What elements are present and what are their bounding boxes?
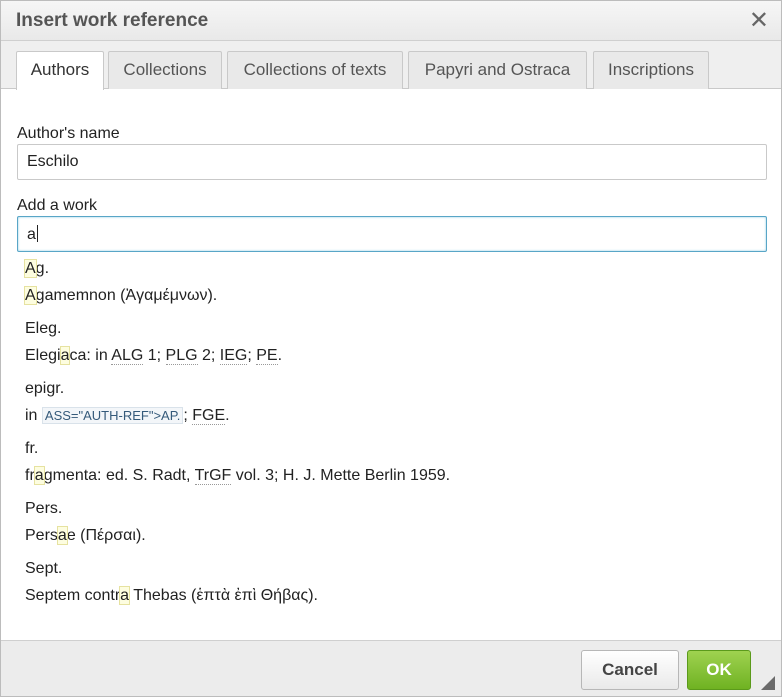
match-highlight: A xyxy=(24,286,37,305)
raw-markup-text: ASS="AUTH-REF" xyxy=(44,408,154,423)
suggestion-abbreviation: Pers. xyxy=(25,500,63,517)
suggestion-title: Persae (Πέρσαι). xyxy=(25,524,146,548)
add-work-value: a xyxy=(27,226,36,243)
match-highlight: a xyxy=(119,586,131,605)
tab-inscriptions[interactable]: Inscriptions xyxy=(593,51,709,89)
suggestion-item[interactable]: Pers. Persae (Πέρσαι). xyxy=(25,497,146,548)
suggestion-abbreviation: Ag. xyxy=(24,257,217,281)
tab-papyri-and-ostraca[interactable]: Papyri and Ostraca xyxy=(408,51,587,89)
tab-collections-of-texts[interactable]: Collections of texts xyxy=(227,51,403,89)
raw-markup-tail: >AP. xyxy=(153,408,181,423)
suggestion-item[interactable]: fr. fragmenta: ed. S. Radt, TrGF vol. 3;… xyxy=(25,437,450,488)
suggestion-title-text: vol. 3; H. J. Mette Berlin 1959. xyxy=(231,467,451,484)
suggestion-title-text: in xyxy=(25,407,42,424)
text-caret xyxy=(36,225,38,242)
suggestion-title: in ASS="AUTH-REF">AP.; FGE. xyxy=(25,407,230,425)
match-highlight: a xyxy=(33,466,45,485)
dialog-title: Insert work reference xyxy=(16,10,209,31)
suggestion-title-text: Thebas (ἑπτὰ ἐπὶ Θήβας). xyxy=(129,587,318,604)
suggestion-title: Septem contra Thebas (ἑπτὰ ἐπὶ Θήβας). xyxy=(25,584,318,608)
suggestion-title-text: e (Πέρσαι). xyxy=(66,527,146,544)
reference-link[interactable]: ALG xyxy=(111,347,144,365)
insert-work-reference-dialog: Insert work reference ✕ Authors Collecti… xyxy=(0,0,782,697)
close-icon[interactable]: ✕ xyxy=(749,7,769,35)
suggestion-title-text: Septem contr xyxy=(25,587,121,604)
suggestion-title-text: gmenta: ed. S. Radt, xyxy=(43,467,195,484)
author-name-input[interactable]: Eschilo xyxy=(17,144,767,180)
suggestion-abbreviation: fr. xyxy=(25,440,39,457)
suggestion-abbreviation: Eleg. xyxy=(25,320,62,337)
tab-bar: Authors Collections Collections of texts… xyxy=(1,41,781,90)
ok-button[interactable]: OK xyxy=(687,650,751,690)
match-highlight: A xyxy=(24,259,37,278)
suggestion-title-text: ca: in xyxy=(69,347,112,364)
tab-collections[interactable]: Collections xyxy=(108,51,222,89)
dialog-footer: Cancel OK xyxy=(1,640,781,696)
suggestion-abbreviation: epigr. xyxy=(25,380,65,397)
add-work-input[interactable]: a xyxy=(17,216,767,252)
suggestion-abbreviation-text: g. xyxy=(35,260,50,277)
suggestion-title: Agamemnon (Ἀγαμέμνων). xyxy=(24,284,218,308)
authors-panel: Author's name Eschilo Add a work a Ag. A… xyxy=(1,90,781,640)
suggestion-title-text: Elegi xyxy=(25,347,61,364)
suggestion-title-text: Pers xyxy=(25,527,58,544)
suggestion-item[interactable]: epigr. in ASS="AUTH-REF">AP.; FGE. xyxy=(25,377,230,428)
reference-link[interactable]: PE xyxy=(256,347,278,365)
dialog-titlebar[interactable]: Insert work reference ✕ xyxy=(1,1,781,41)
suggestion-title: fragmenta: ed. S. Radt, TrGF vol. 3; H. … xyxy=(25,464,450,488)
reference-link[interactable]: IEG xyxy=(219,347,248,365)
reference-link[interactable]: PLG xyxy=(165,347,198,365)
suggestion-item[interactable]: Sept. Septem contra Thebas (ἑπτὰ ἐπὶ Θήβ… xyxy=(25,557,318,608)
author-name-value: Eschilo xyxy=(27,153,79,170)
suggestion-item[interactable]: Eleg. Elegiaca: in ALG 1; PLG 2; IEG; PE… xyxy=(25,317,282,368)
tab-authors[interactable]: Authors xyxy=(16,51,104,90)
suggestion-title: Elegiaca: in ALG 1; PLG 2; IEG; PE. xyxy=(25,346,283,365)
raw-markup-fragment: ASS="AUTH-REF">AP. xyxy=(41,407,184,424)
reference-link[interactable]: TrGF xyxy=(194,467,232,485)
suggestion-abbreviation: Sept. xyxy=(25,560,63,577)
suggestion-item[interactable]: Ag. Agamemnon (Ἀγαμέμνων). xyxy=(24,257,218,308)
add-work-label: Add a work xyxy=(17,197,98,214)
reference-link[interactable]: FGE xyxy=(192,407,226,425)
suggestion-title-text: fr xyxy=(25,467,35,484)
cancel-button[interactable]: Cancel xyxy=(581,650,679,690)
resize-grip-icon[interactable] xyxy=(761,676,775,690)
match-highlight: a xyxy=(56,526,68,545)
suggestion-title-text: gamemnon (Ἀγαμέμνων). xyxy=(35,287,218,304)
author-name-label: Author's name xyxy=(17,125,120,142)
